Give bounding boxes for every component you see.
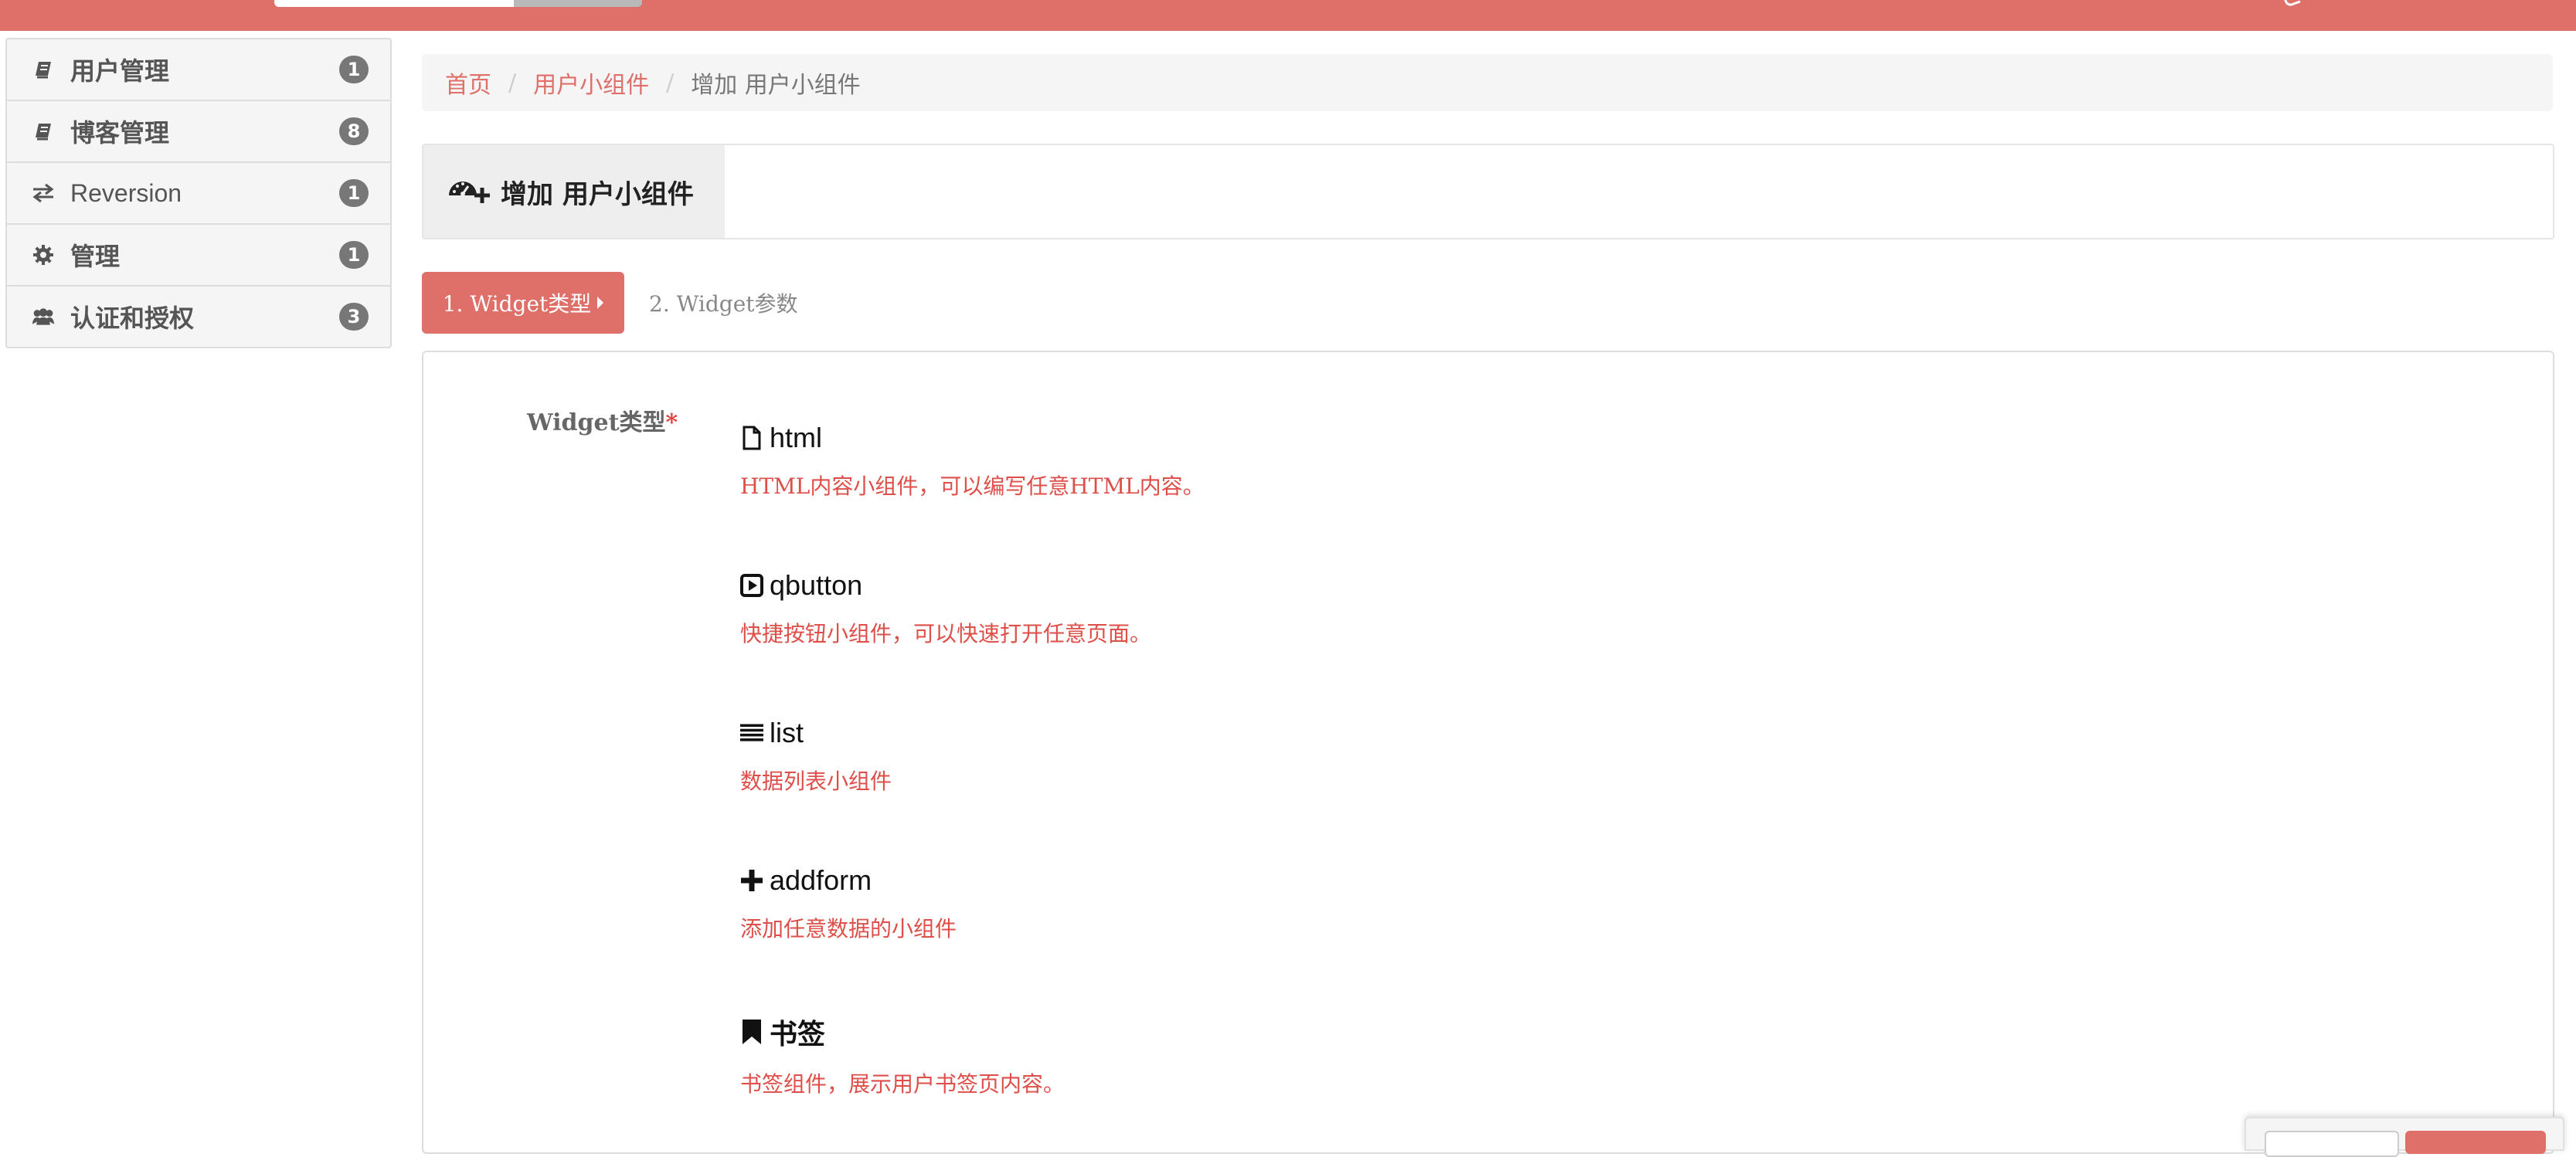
page-title: 增加 用户小组件 [501, 178, 694, 210]
sidebar-item-label: Reversion [70, 178, 182, 207]
sidebar-item-blog-management[interactable]: 博客管理 8 [7, 100, 390, 161]
breadcrumb-current: 增加 用户小组件 [691, 72, 861, 99]
primary-action-button[interactable] [2405, 1131, 2546, 1154]
search-input[interactable] [274, 0, 514, 7]
wizard-step-label: 1. Widget类型 [442, 291, 592, 317]
sidebar-item-label: 博客管理 [70, 118, 170, 148]
dashboard-plus-icon [447, 175, 491, 208]
sidebar-item-admin[interactable]: 管理 1 [7, 223, 390, 285]
count-badge: 8 [339, 117, 369, 145]
sidebar-item-reversion[interactable]: Reversion 1 [7, 161, 390, 223]
caret-right-icon [597, 297, 604, 309]
users-icon [32, 305, 55, 328]
widget-option-name: qbutton [770, 569, 863, 601]
sidebar-item-label: 认证和授权 [70, 304, 195, 333]
top-navbar [0, 0, 2576, 31]
search-button[interactable] [514, 0, 642, 7]
widget-option-html[interactable]: html HTML内容小组件，可以编写任意HTML内容。 [740, 422, 1205, 500]
sidebar-item-label: 管理 [70, 242, 121, 271]
count-badge: 3 [339, 303, 369, 331]
breadcrumb-user-widget-link[interactable]: 用户小组件 [533, 66, 649, 100]
breadcrumb-separator: / [508, 69, 517, 97]
widget-option-description: 快捷按钮小组件，可以快速打开任意页面。 [740, 621, 1152, 646]
breadcrumb-home-link[interactable]: 首页 [445, 66, 491, 100]
secondary-action-button[interactable] [2265, 1131, 2399, 1157]
plus-icon [740, 867, 763, 894]
page-header: 增加 用户小组件 [422, 144, 2554, 239]
wizard-step-widget-params[interactable]: 2. Widget参数 [649, 272, 798, 334]
widget-option-description: 书签组件，展示用户书签页内容。 [740, 1071, 1065, 1097]
bookmark-icon [740, 1019, 763, 1045]
floating-action-bar [2245, 1117, 2564, 1157]
sidebar-item-auth[interactable]: 认证和授权 3 [7, 285, 390, 347]
widget-option-name: addform [770, 864, 872, 896]
widget-option-list[interactable]: list 数据列表小组件 [740, 717, 892, 796]
wizard-step-label: 2. Widget参数 [649, 291, 798, 317]
widget-option-name: list [770, 717, 804, 748]
widget-option-name: html [770, 422, 823, 453]
file-icon [740, 425, 763, 451]
widget-option-description: 数据列表小组件 [740, 769, 892, 794]
required-marker: * [665, 409, 678, 436]
count-badge: 1 [339, 179, 369, 207]
book-icon [32, 58, 55, 81]
breadcrumb: 首页 / 用户小组件 / 增加 用户小组件 [422, 54, 2553, 111]
play-square-icon [740, 572, 763, 599]
exchange-icon [32, 182, 55, 205]
count-badge: 1 [339, 241, 369, 269]
widget-option-description: HTML内容小组件，可以编写任意HTML内容。 [740, 473, 1205, 499]
field-label-text: Widget类型 [527, 409, 666, 436]
list-icon [740, 720, 763, 746]
widget-type-label: Widget类型* [527, 403, 678, 437]
widget-option-description: 添加任意数据的小组件 [740, 916, 957, 942]
count-badge: 1 [339, 56, 369, 83]
widget-option-name: 书签 [770, 1019, 826, 1050]
book-icon [32, 120, 55, 143]
widget-option-qbutton[interactable]: qbutton 快捷按钮小组件，可以快速打开任意页面。 [740, 569, 1151, 648]
breadcrumb-separator: / [666, 69, 675, 97]
widget-option-bookmark[interactable]: 书签 书签组件，展示用户书签页内容。 [740, 1012, 1065, 1098]
page-title-block: 增加 用户小组件 [423, 145, 725, 238]
user-menu-icon[interactable] [2283, 0, 2301, 8]
widget-option-addform[interactable]: addform 添加任意数据的小组件 [740, 864, 957, 943]
sidebar-item-user-management[interactable]: 用户管理 1 [7, 39, 390, 100]
gear-icon [32, 243, 55, 266]
wizard-step-widget-type[interactable]: 1. Widget类型 [422, 272, 624, 334]
sidebar-item-label: 用户管理 [70, 56, 170, 86]
sidebar: 用户管理 1 博客管理 8 Reversion 1 管理 1 认证和授权 3 [5, 38, 392, 348]
